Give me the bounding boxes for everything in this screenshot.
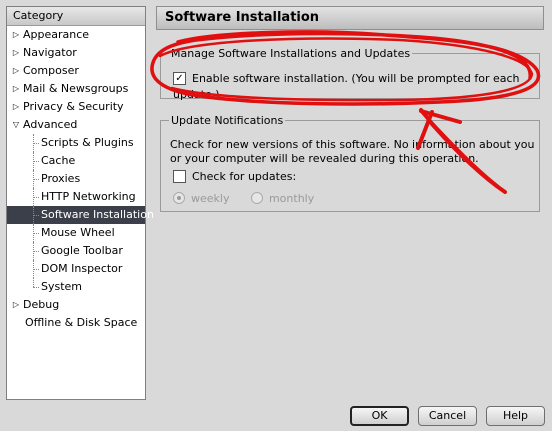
tree-item-advanced[interactable]: ▽ Advanced: [7, 116, 145, 134]
tree-branch-line: [33, 278, 34, 287]
tree-item-proxies[interactable]: Proxies: [7, 170, 145, 188]
update-description: Check for new versions of this software.…: [170, 138, 535, 165]
tree-item-label: Appearance: [23, 28, 90, 41]
tree-item-label: DOM Inspector: [41, 262, 123, 275]
tree-item-label: Cache: [41, 154, 76, 167]
help-button[interactable]: Help: [486, 406, 545, 426]
tree-item-privacy-security[interactable]: ▷ Privacy & Security: [7, 98, 145, 116]
check-for-updates-checkbox[interactable]: Check for updates:: [173, 169, 296, 185]
cancel-button[interactable]: Cancel: [418, 406, 477, 426]
tree-item-mail-newsgroups[interactable]: ▷ Mail & Newsgroups: [7, 80, 145, 98]
tree-branch-line: [33, 251, 39, 252]
tree-item-label: Advanced: [23, 118, 78, 131]
tree-item-label: Offline & Disk Space: [25, 316, 138, 329]
tree-item-label: Scripts & Plugins: [41, 136, 134, 149]
collapse-triangle-icon[interactable]: ▽: [12, 116, 20, 134]
tree-item-label: Mail & Newsgroups: [23, 82, 129, 95]
checkbox-label: Enable software installation. (You will …: [173, 72, 520, 101]
checkbox-checked-icon[interactable]: ✓: [173, 71, 186, 85]
expand-triangle-icon[interactable]: ▷: [12, 62, 20, 80]
tree-item-label: Navigator: [23, 46, 77, 59]
radio-weekly[interactable]: weekly: [173, 192, 229, 205]
tree-item-label: Privacy & Security: [23, 100, 124, 113]
tree-item-dom-inspector[interactable]: DOM Inspector: [7, 260, 145, 278]
tree-item-http-networking[interactable]: HTTP Networking: [7, 188, 145, 206]
tree-item-appearance[interactable]: ▷ Appearance: [7, 26, 145, 44]
radio-label: monthly: [268, 192, 315, 205]
tree-branch-line: [33, 161, 39, 162]
tree-branch-line: [33, 179, 39, 180]
tree-item-label: Software Installation: [41, 208, 154, 221]
category-header[interactable]: Category: [7, 7, 145, 26]
tree-item-debug[interactable]: ▷ Debug: [7, 296, 145, 314]
tree-item-navigator[interactable]: ▷ Navigator: [7, 44, 145, 62]
group-legend: Manage Software Installations and Update…: [169, 47, 413, 60]
tree-item-label: System: [41, 280, 83, 293]
preferences-panel: Software Installation Manage Software In…: [156, 6, 546, 400]
tree-item-label: Debug: [23, 298, 60, 311]
radio-label: weekly: [191, 192, 230, 205]
expand-triangle-icon[interactable]: ▷: [12, 80, 20, 98]
expand-triangle-icon[interactable]: ▷: [12, 44, 20, 62]
tree-item-scripts-plugins[interactable]: Scripts & Plugins: [7, 134, 145, 152]
tree-item-system[interactable]: System: [7, 278, 145, 296]
tree-item-mouse-wheel[interactable]: Mouse Wheel: [7, 224, 145, 242]
tree-branch-line: [33, 269, 39, 270]
update-notifications-group: Update Notifications Check for new versi…: [160, 114, 540, 212]
tree-item-software-installation[interactable]: Software Installation: [7, 206, 154, 224]
category-tree[interactable]: Category ▷ Appearance ▷ Navigator ▷ Comp…: [6, 6, 154, 400]
tree-item-offline-disk-space[interactable]: Offline & Disk Space: [7, 314, 145, 332]
radio-monthly[interactable]: monthly: [250, 192, 315, 205]
tree-branch-line: [33, 143, 39, 144]
tree-item-label: HTTP Networking: [41, 190, 136, 203]
radio-unselected-icon[interactable]: [250, 192, 263, 204]
radio-selected-icon[interactable]: [173, 192, 185, 204]
group-legend: Update Notifications: [169, 114, 286, 127]
enable-software-installation-checkbox[interactable]: ✓ Enable software installation. (You will…: [173, 71, 539, 101]
expand-triangle-icon[interactable]: ▷: [12, 26, 20, 44]
checkbox-label: Check for updates:: [192, 170, 297, 183]
manage-installations-group: Manage Software Installations and Update…: [160, 47, 540, 101]
tree-item-label: Google Toolbar: [41, 244, 123, 257]
ok-button[interactable]: OK: [350, 406, 409, 426]
tree-item-label: Mouse Wheel: [41, 226, 115, 239]
tree-item-google-toolbar[interactable]: Google Toolbar: [7, 242, 145, 260]
update-frequency-radiogroup: weekly monthly: [173, 192, 332, 205]
tree-item-composer[interactable]: ▷ Composer: [7, 62, 145, 80]
tree-branch-line: [33, 197, 39, 198]
expand-triangle-icon[interactable]: ▷: [12, 98, 20, 116]
page-title: Software Installation: [156, 6, 544, 30]
checkbox-unchecked-icon[interactable]: [173, 169, 186, 183]
tree-item-label: Composer: [23, 64, 79, 77]
tree-item-label: Proxies: [41, 172, 81, 185]
expand-triangle-icon[interactable]: ▷: [12, 296, 20, 314]
tree-branch-line: [33, 287, 39, 288]
tree-item-cache[interactable]: Cache: [7, 152, 145, 170]
tree-branch-line: [33, 233, 39, 234]
